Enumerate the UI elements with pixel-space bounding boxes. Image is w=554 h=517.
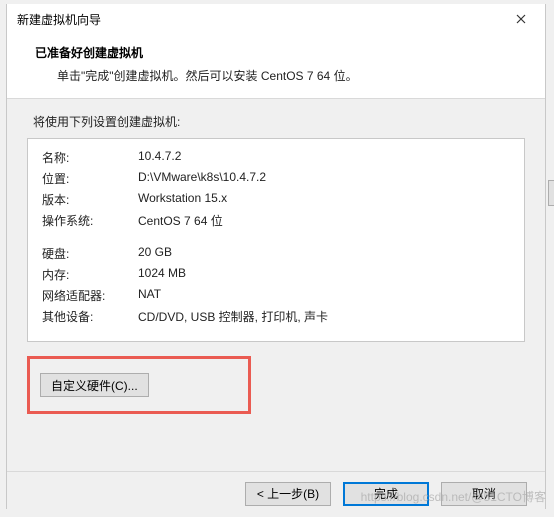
table-row: 位置:D:\VMware\k8s\10.4.7.2 <box>42 170 510 187</box>
table-row: 其他设备:CD/DVD, USB 控制器, 打印机, 声卡 <box>42 308 510 325</box>
back-button[interactable]: < 上一步(B) <box>245 482 331 506</box>
row-key: 其他设备: <box>42 308 138 325</box>
window-title: 新建虚拟机向导 <box>17 11 101 28</box>
customize-hardware-label: 自定义硬件(C)... <box>51 377 138 394</box>
header-title: 已准备好创建虚拟机 <box>23 44 529 61</box>
footer: < 上一步(B) 完成 取消 <box>7 471 545 515</box>
summary-box: 名称:10.4.7.2 位置:D:\VMware\k8s\10.4.7.2 版本… <box>27 138 525 342</box>
table-row: 内存:1024 MB <box>42 266 510 283</box>
table-row: 网络适配器:NAT <box>42 287 510 304</box>
row-val: Workstation 15.x <box>138 191 227 208</box>
row-key: 硬盘: <box>42 245 138 262</box>
finish-label: 完成 <box>374 485 398 502</box>
wizard-dialog: 新建虚拟机向导 已准备好创建虚拟机 单击"完成"创建虚拟机。然后可以安装 Cen… <box>6 4 546 509</box>
table-row: 硬盘:20 GB <box>42 245 510 262</box>
header-area: 已准备好创建虚拟机 单击"完成"创建虚拟机。然后可以安装 CentOS 7 64… <box>7 34 545 99</box>
row-key: 版本: <box>42 191 138 208</box>
body-area: 将使用下列设置创建虚拟机: 名称:10.4.7.2 位置:D:\VMware\k… <box>7 99 545 471</box>
row-val: D:\VMware\k8s\10.4.7.2 <box>138 170 266 187</box>
row-key: 位置: <box>42 170 138 187</box>
row-key: 操作系统: <box>42 212 138 229</box>
edge-clipped-button[interactable] <box>548 180 554 206</box>
cancel-button[interactable]: 取消 <box>441 482 527 506</box>
row-val: CD/DVD, USB 控制器, 打印机, 声卡 <box>138 308 328 325</box>
customize-hardware-button[interactable]: 自定义硬件(C)... <box>40 373 149 397</box>
row-val: 10.4.7.2 <box>138 149 181 166</box>
row-key: 网络适配器: <box>42 287 138 304</box>
finish-button[interactable]: 完成 <box>343 482 429 506</box>
table-row: 名称:10.4.7.2 <box>42 149 510 166</box>
settings-label: 将使用下列设置创建虚拟机: <box>33 113 525 130</box>
row-val: CentOS 7 64 位 <box>138 212 223 229</box>
back-label: < 上一步(B) <box>257 485 319 502</box>
row-key: 内存: <box>42 266 138 283</box>
row-val: NAT <box>138 287 161 304</box>
cancel-label: 取消 <box>472 485 496 502</box>
row-key: 名称: <box>42 149 138 166</box>
header-subtitle: 单击"完成"创建虚拟机。然后可以安装 CentOS 7 64 位。 <box>23 67 529 84</box>
titlebar: 新建虚拟机向导 <box>7 4 545 34</box>
row-val: 20 GB <box>138 245 172 262</box>
table-row: 操作系统:CentOS 7 64 位 <box>42 212 510 229</box>
highlight-annotation: 自定义硬件(C)... <box>27 356 251 414</box>
close-button[interactable] <box>499 5 543 33</box>
row-val: 1024 MB <box>138 266 186 283</box>
close-icon <box>516 14 526 24</box>
table-row: 版本:Workstation 15.x <box>42 191 510 208</box>
